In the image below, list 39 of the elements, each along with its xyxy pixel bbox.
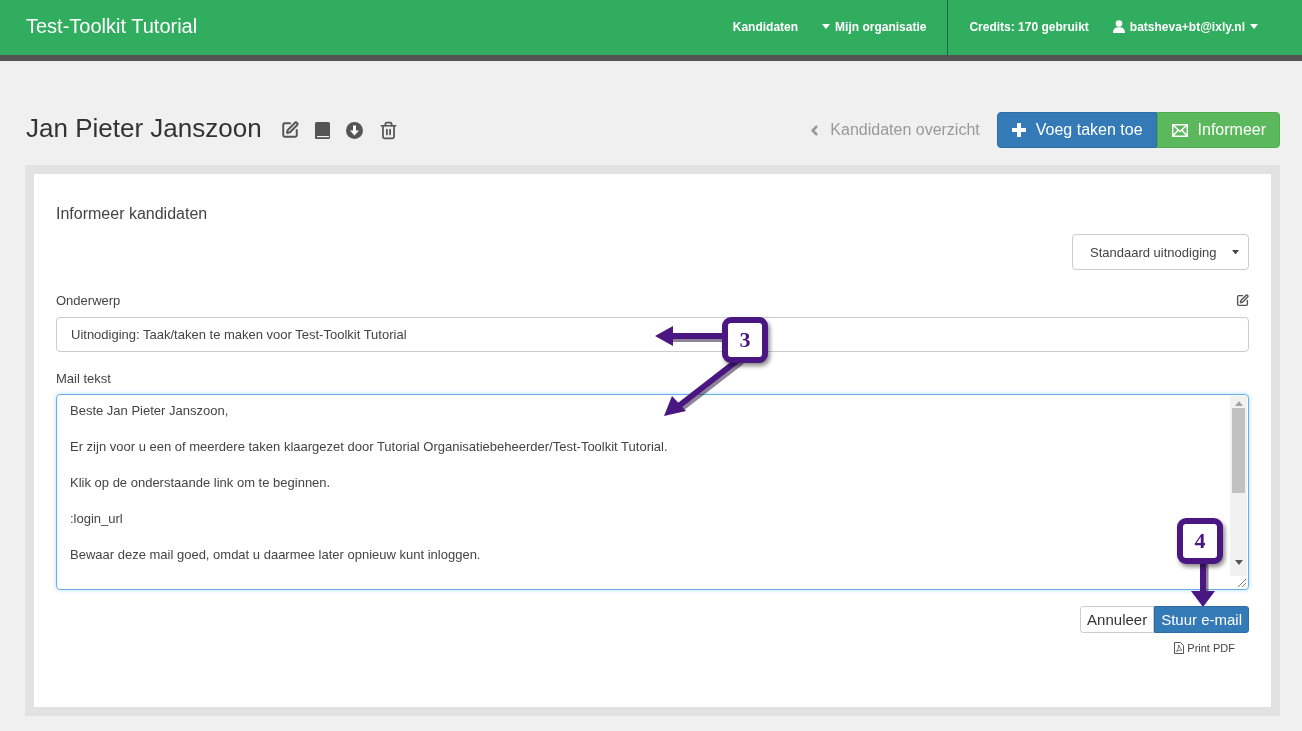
send-email-button[interactable]: Stuur e-mail xyxy=(1154,606,1249,633)
print-pdf-link[interactable]: Print PDF xyxy=(1174,642,1235,654)
nav-link[interactable]: Kandidaten xyxy=(720,0,811,55)
caret-icon xyxy=(1232,249,1239,255)
template-select[interactable]: Standaard uitnodiging xyxy=(1072,234,1249,270)
edit-icon[interactable] xyxy=(1236,293,1249,307)
field-label: Mail tekst xyxy=(56,370,111,386)
callout-badge: 3 xyxy=(722,317,768,363)
cancel-button[interactable]: Annuleer xyxy=(1080,606,1155,633)
nav-link[interactable]: Mijn organisatie xyxy=(810,0,939,55)
caret-icon xyxy=(822,24,831,29)
callout-badge: 4 xyxy=(1177,518,1223,564)
book-icon[interactable] xyxy=(314,121,330,139)
scrollbar[interactable] xyxy=(1230,396,1247,576)
mail-paragraph: Bewaar deze mail goed, omdat u daarmee later opnieuw kunt inloggen. xyxy=(70,546,481,564)
user-icon xyxy=(1112,20,1125,33)
credits-text: Credits: 170 gebruikt xyxy=(968,18,1090,36)
resize-grip-icon[interactable] xyxy=(1237,578,1246,587)
caret-icon xyxy=(1250,24,1258,29)
mail-paragraph: :login_url xyxy=(70,510,123,528)
plus-icon xyxy=(1011,123,1026,137)
edit-icon[interactable] xyxy=(280,121,299,139)
mail-paragraph: Beste Jan Pieter Janszoon, xyxy=(70,402,229,420)
back-link[interactable]: Kandidaten overzicht xyxy=(807,121,980,139)
add-tasks-button[interactable]: Voeg taken toe xyxy=(996,112,1157,148)
mail-paragraph: Klik op de onderstaande link om te beginnen. xyxy=(70,474,331,492)
candidate-name: Jan Pieter Janszoon xyxy=(26,112,262,144)
scrollbar-thumb[interactable] xyxy=(1232,408,1245,493)
mail-paragraph: Er zijn voor u een of meerdere taken klaargezet door Tutorial Organisatiebeheerder/Test-Toolkit Tutorial. xyxy=(70,438,668,456)
pdf-file-icon xyxy=(1174,642,1185,654)
download-icon[interactable] xyxy=(345,121,363,139)
inform-button[interactable]: Informeer xyxy=(1156,112,1280,148)
brand-title[interactable]: Test-Toolkit Tutorial xyxy=(26,0,198,55)
form-title: Informeer kandidaten xyxy=(56,204,208,224)
user-menu[interactable]: batsheva+bt@ixly.nl xyxy=(1100,0,1270,55)
field-label: Onderwerp xyxy=(56,292,121,308)
trash-icon[interactable] xyxy=(378,120,398,140)
scroll-down-icon[interactable] xyxy=(1234,560,1243,565)
envelope-icon xyxy=(1171,123,1188,137)
